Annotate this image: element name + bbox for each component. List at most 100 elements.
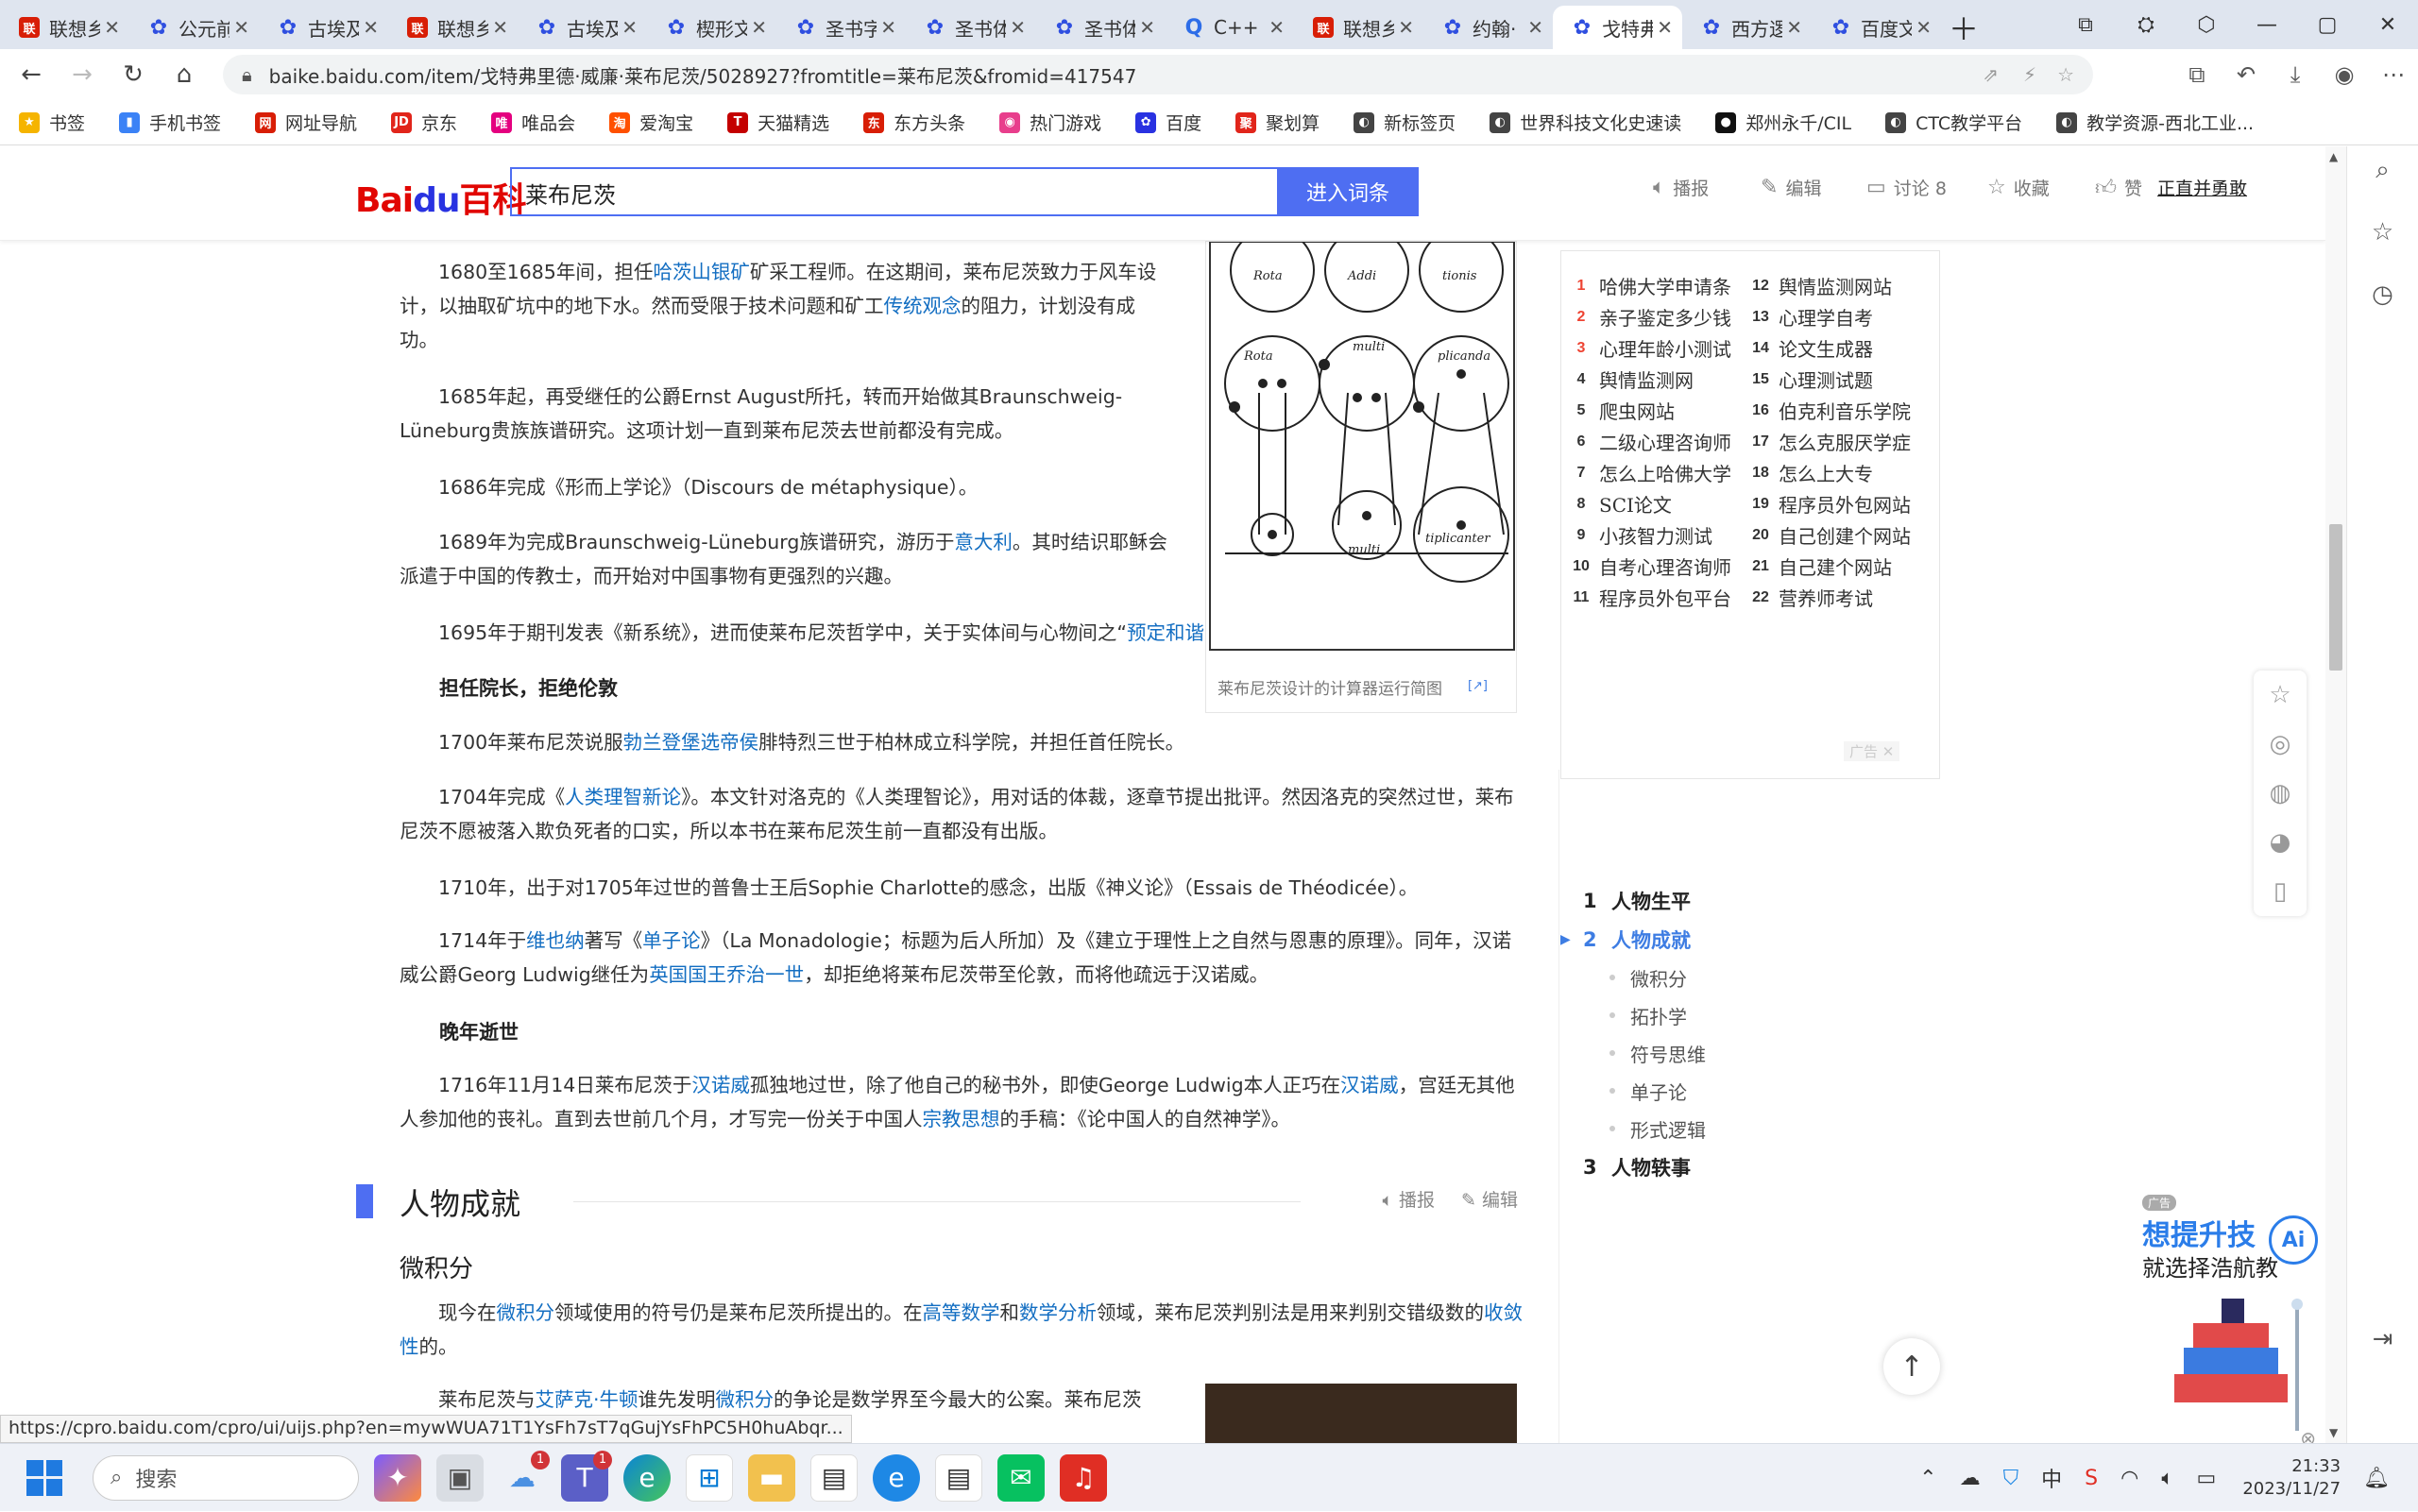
close-tab-icon[interactable]: ✕ <box>104 16 120 39</box>
article-link[interactable]: 英国国王乔治一世 <box>649 963 804 986</box>
favorite-icon[interactable]: ☆ <box>2269 681 2290 709</box>
hot-search-item[interactable]: 10 自考心理咨询师 <box>1571 552 1750 580</box>
collapse-panel-icon[interactable]: ⇥ <box>2373 1325 2393 1387</box>
file-explorer-icon[interactable]: ▬ <box>748 1453 795 1502</box>
article-link[interactable]: 意大利 <box>954 531 1013 553</box>
document-icon[interactable]: ▤ <box>810 1453 858 1502</box>
weibo-icon[interactable]: ◎ <box>2270 730 2291 758</box>
ai-icon[interactable]: Ai <box>2269 1215 2318 1265</box>
start-button[interactable] <box>21 1454 68 1502</box>
close-tab-icon[interactable]: ✕ <box>1527 16 1543 39</box>
bookmark-item[interactable]: ★ 书签 <box>19 110 85 135</box>
security-icon[interactable]: ⛉ <box>2003 1467 2019 1490</box>
browser-tab[interactable]: ✿ 百度文 ✕ <box>1812 6 1941 49</box>
expand-icon[interactable]: [↗] <box>1468 679 1488 693</box>
close-tab-icon[interactable]: ✕ <box>1010 16 1026 39</box>
scroll-up-icon[interactable]: ▲ <box>2329 150 2338 163</box>
close-window-button[interactable]: ✕ <box>2358 13 2418 37</box>
browser-tab[interactable]: ✿ 古埃及 ✕ <box>259 6 388 49</box>
hot-search-item[interactable]: 8 SCI论文 <box>1571 490 1750 518</box>
enter-entry-button[interactable]: 进入词条 <box>1277 167 1419 216</box>
article-link[interactable]: 宗教思想 <box>923 1108 1000 1130</box>
article-link[interactable]: 数学分析 <box>1019 1301 1097 1324</box>
bookmark-item[interactable]: T 天猫精选 <box>727 110 829 135</box>
hot-search-item[interactable]: 16 伯克利音乐学院 <box>1750 397 1930 424</box>
section-play-button[interactable]: 🔈︎ 播报 <box>1383 1190 1435 1211</box>
back-icon[interactable]: ← <box>6 60 57 89</box>
star-icon[interactable]: ☆ <box>2057 63 2074 86</box>
address-bar[interactable]: 🔒︎ baike.baidu.com/item/戈特弗里德·威廉·莱布尼茨/50… <box>223 55 2093 94</box>
article-link[interactable]: 维也纳 <box>526 929 585 952</box>
download-icon[interactable]: ⤓ <box>2271 61 2320 88</box>
wifi-icon[interactable]: ◠ <box>2120 1467 2138 1490</box>
close-tab-icon[interactable]: ✕ <box>1398 16 1414 39</box>
history-icon[interactable]: ◷ <box>2372 280 2393 343</box>
right-link[interactable]: 正直并勇敢 <box>2157 175 2247 200</box>
close-tab-icon[interactable]: ✕ <box>1139 16 1155 39</box>
undo-icon[interactable]: ↶ <box>2222 61 2271 88</box>
close-tab-icon[interactable]: ✕ <box>1786 16 1802 39</box>
close-tab-icon[interactable]: ✕ <box>363 16 379 39</box>
baidu-baike-logo[interactable]: Baidu百科 <box>355 173 526 222</box>
close-tab-icon[interactable]: ✕ <box>751 16 767 39</box>
article-link[interactable]: 人类理智新论 <box>565 786 681 808</box>
toc-item[interactable]: 2 人物成就 <box>1560 920 1938 959</box>
bookmark-item[interactable]: 唯唯品会 <box>491 110 575 135</box>
toc-subitem[interactable]: 拓扑学 <box>1560 996 1938 1034</box>
bookmark-item[interactable]: 淘爱淘宝 <box>609 110 693 135</box>
clock[interactable]: 21:33 2023/11/27 <box>2242 1455 2341 1501</box>
article-link[interactable]: 高等数学 <box>923 1301 1000 1324</box>
browser-tab[interactable]: ✿ 约翰· ✕ <box>1423 6 1553 49</box>
home-icon[interactable]: ⌂ <box>159 60 210 89</box>
floating-ad[interactable]: 广告 想提升技 就选择浩航教 Ai ⊗ <box>2142 1195 2325 1443</box>
toc-subitem[interactable]: 微积分 <box>1560 959 1938 996</box>
search-input[interactable]: 莱布尼茨 <box>510 167 1277 216</box>
bookmark-item[interactable]: ◐ 新标签页 <box>1354 110 1456 135</box>
article-link[interactable]: 哈茨山银矿 <box>653 261 750 283</box>
audio-app-icon[interactable]: ♫ <box>1060 1453 1107 1502</box>
extensions-icon[interactable]: ⬡ <box>2176 13 2237 37</box>
minimize-button[interactable]: — <box>2237 13 2297 37</box>
hot-search-item[interactable]: 6 二级心理咨询师 <box>1571 428 1750 455</box>
new-tab-button[interactable]: ＋ <box>1941 6 1986 49</box>
like-action[interactable]: 👍︎ 赞 <box>2095 175 2142 200</box>
toc-subitem[interactable]: 单子论 <box>1560 1072 1938 1110</box>
browser-tab[interactable]: ✿ 戈特弗 ✕ <box>1553 6 1682 49</box>
bookmark-item[interactable]: ◐ CTC教学平台 <box>1885 110 2022 135</box>
toc-subitem[interactable]: 符号思维 <box>1560 1034 1938 1072</box>
bookmark-item[interactable]: ● 郑州永千/CIL <box>1715 110 1851 135</box>
hot-search-item[interactable]: 5 爬虫网站 <box>1571 397 1750 424</box>
menu-icon[interactable]: ⋯ <box>2369 61 2418 88</box>
hot-search-item[interactable]: 12 舆情监测网站 <box>1750 272 1930 299</box>
browser-tab[interactable]: 联联想乡 ✕ <box>388 6 518 49</box>
toc-item[interactable]: 1 人物生平 <box>1560 881 1938 920</box>
teams-icon[interactable]: T1 <box>561 1450 612 1502</box>
edit-action[interactable]: ✎ 编辑 <box>1761 175 1821 200</box>
ime-indicator[interactable]: 中 <box>2041 1463 2062 1493</box>
article-link[interactable]: 微积分 <box>497 1301 555 1324</box>
lock-icon[interactable]: 🔒︎ <box>242 63 252 86</box>
close-tab-icon[interactable]: ✕ <box>1657 16 1673 39</box>
ad-close-icon[interactable]: ⊗ <box>2300 1427 2316 1443</box>
bookmark-item[interactable]: 聚聚划算 <box>1235 110 1320 135</box>
reload-icon[interactable]: ↻ <box>108 60 159 89</box>
toc-item[interactable]: 3 人物轶事 <box>1560 1147 1938 1186</box>
hot-search-item[interactable]: 2 亲子鉴定多少钱 <box>1571 303 1750 331</box>
share-icon[interactable]: ⇗ <box>1983 63 1999 86</box>
play-action[interactable]: 🔈︎ 播报 <box>1653 175 1709 200</box>
store-icon[interactable]: ⊞ <box>686 1453 733 1502</box>
article-link[interactable]: 预定和谐 <box>1127 621 1204 644</box>
article-link[interactable]: 微积分 <box>716 1388 775 1411</box>
bookmark-item[interactable]: ▮ 手机书签 <box>119 110 221 135</box>
close-tab-icon[interactable]: ✕ <box>880 16 896 39</box>
bookmark-item[interactable]: ✿ 百度 <box>1135 110 1201 135</box>
article-link[interactable]: 单子论 <box>642 929 701 952</box>
discuss-action[interactable]: ▭ 讨论 8 <box>1866 175 1947 200</box>
browser-tab[interactable]: 联联想乡 ✕ <box>1294 6 1423 49</box>
bookmark-item[interactable]: ◉ 热门游戏 <box>999 110 1101 135</box>
section-edit-button[interactable]: ✎ 编辑 <box>1461 1190 1518 1211</box>
toc-subitem[interactable]: 形式逻辑 <box>1560 1110 1938 1147</box>
collect-action[interactable]: ☆ 收藏 <box>1987 175 2050 200</box>
hot-search-item[interactable]: 11 程序员外包平台 <box>1571 584 1750 611</box>
browser-tab[interactable]: ✿ 楔形文 ✕ <box>647 6 776 49</box>
